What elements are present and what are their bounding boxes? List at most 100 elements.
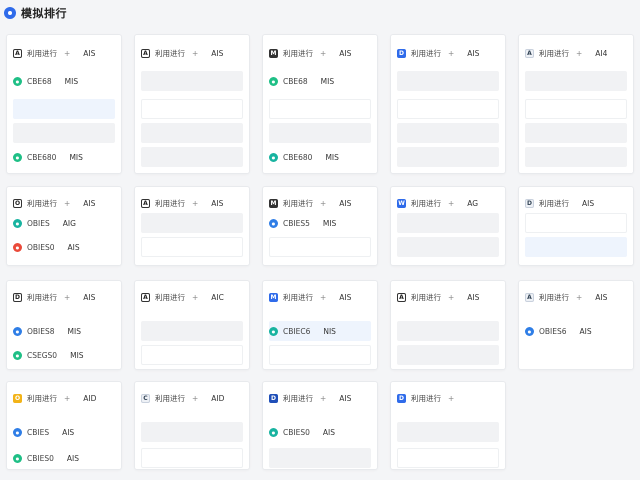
placeholder-bar xyxy=(397,321,499,341)
card-header[interactable]: A 利用进行 + AI4 xyxy=(525,43,627,63)
ranking-card[interactable]: D 利用进行 + AIS xyxy=(390,34,506,174)
ranking-card[interactable]: A 利用进行 + AIS xyxy=(134,186,250,266)
card-header[interactable]: D 利用进行 + AIS xyxy=(13,287,115,307)
separator: + xyxy=(448,292,455,302)
item-value: AIS xyxy=(67,242,80,252)
ranking-card[interactable]: A 利用进行 + AIC xyxy=(134,280,250,370)
green-dot-icon: ● xyxy=(13,453,22,463)
highlight-bar xyxy=(13,99,115,119)
ranking-card[interactable]: O 利用进行 + AIS ● OBIES AIG ● OBIES0 AIS xyxy=(6,186,122,266)
item-label: CSEGS0 xyxy=(27,350,58,360)
card-header[interactable]: A 利用进行 + AIS xyxy=(13,43,115,63)
card-title: 利用进行 xyxy=(27,393,57,403)
placeholder-bar xyxy=(525,147,627,167)
card-title: 利用进行 xyxy=(27,292,57,302)
card-title: 利用进行 xyxy=(283,393,313,403)
item-label: CBIES5 xyxy=(283,218,310,228)
app-logo-icon: A xyxy=(141,198,150,208)
card-header[interactable]: M 利用进行 + AIS xyxy=(269,43,371,63)
app-logo-icon: O xyxy=(13,198,22,208)
red-dot-icon: ● xyxy=(13,242,22,252)
item-value: AIS xyxy=(579,326,592,336)
ranking-card[interactable]: M 利用进行 + AIS ● CBIES5 MIS xyxy=(262,186,378,266)
page-header: 模拟排行 xyxy=(4,4,67,22)
app-logo-icon: D xyxy=(397,393,406,403)
ranking-card[interactable]: O 利用进行 + AID ● CBIES AIS ● CBIES0 AIS xyxy=(6,381,122,470)
card-header[interactable]: A 利用进行 + AIC xyxy=(141,287,243,307)
card-header[interactable]: D 利用进行 + AIS xyxy=(397,43,499,63)
card-title: 利用进行 xyxy=(539,198,569,208)
card-title: 利用进行 xyxy=(539,48,569,58)
ranking-card[interactable]: A 利用进行 + AIS xyxy=(390,280,506,370)
card-title: 利用进行 xyxy=(283,48,313,58)
item-value: AID xyxy=(211,393,225,403)
card-header[interactable]: M 利用进行 + AIS xyxy=(269,287,371,307)
separator: + xyxy=(448,48,455,58)
ranking-card[interactable]: M 利用进行 + AIS ● CBIEC6 NIS xyxy=(262,280,378,370)
list-item[interactable]: ● CBIES0 AIS xyxy=(269,422,371,442)
separator: + xyxy=(192,292,199,302)
ranking-card[interactable]: C 利用进行 + AID xyxy=(134,381,250,470)
placeholder-bar xyxy=(525,123,627,143)
card-header[interactable]: A 利用进行 + AIS xyxy=(141,43,243,63)
placeholder-bar xyxy=(141,422,243,442)
list-item[interactable]: ● CBIES0 AIS xyxy=(13,448,115,468)
ranking-card[interactable]: D 利用进行 + AIS ● OBIES8 MIS ● CSEGS0 MIS xyxy=(6,280,122,370)
ranking-card[interactable]: D 利用进行 AIS xyxy=(518,186,634,266)
app-logo-icon: A xyxy=(13,48,22,58)
list-item[interactable]: ● CBE68 MIS xyxy=(269,71,371,91)
card-header[interactable]: D 利用进行 + xyxy=(397,388,499,408)
app-logo-icon: A xyxy=(141,48,150,58)
list-item[interactable]: ● CBE680 MIS xyxy=(269,147,371,167)
list-item[interactable]: ● OBIES AIG xyxy=(13,213,115,233)
ranking-card[interactable]: A 利用进行 + AIS ● OBIES6 AIS xyxy=(518,280,634,370)
card-header[interactable]: A 利用进行 + AIS xyxy=(397,287,499,307)
item-label: CBE680 xyxy=(283,152,313,162)
placeholder-bar xyxy=(141,213,243,233)
ranking-card[interactable]: A 利用进行 + AI4 xyxy=(518,34,634,174)
card-header[interactable]: O 利用进行 + AIS xyxy=(13,193,115,213)
placeholder-bar xyxy=(397,123,499,143)
separator: + xyxy=(576,292,583,302)
list-item[interactable]: ● CBE680 MIS xyxy=(13,147,115,167)
item-value: AIS xyxy=(66,453,79,463)
ranking-card[interactable]: A 利用进行 + AIS xyxy=(134,34,250,174)
card-title: 利用进行 xyxy=(411,292,441,302)
item-value: AIS xyxy=(339,393,352,403)
item-value: AIS xyxy=(83,292,96,302)
ranking-card[interactable]: D 利用进行 + xyxy=(390,381,506,470)
card-header[interactable]: W 利用进行 + AG xyxy=(397,193,499,213)
ranking-card[interactable]: M 利用进行 + AIS ● CBE68 MIS ● CBE680 MIS xyxy=(262,34,378,174)
card-title: 利用进行 xyxy=(155,292,185,302)
separator: + xyxy=(320,198,327,208)
list-item[interactable]: ● CBIEC6 NIS xyxy=(269,321,371,341)
card-header[interactable]: D 利用进行 + AIS xyxy=(269,388,371,408)
list-item[interactable]: ● CBIES5 MIS xyxy=(269,213,371,233)
item-value: AIS xyxy=(339,198,352,208)
teal-dot-icon: ● xyxy=(269,152,278,162)
ranking-card[interactable]: W 利用进行 + AG xyxy=(390,186,506,266)
ranking-card[interactable]: A 利用进行 + AIS ● CBE68 MIS ● CBE680 MIS xyxy=(6,34,122,174)
list-item[interactable]: ● OBIES8 MIS xyxy=(13,321,115,341)
separator: + xyxy=(192,198,199,208)
card-header[interactable]: M 利用进行 + AIS xyxy=(269,193,371,213)
list-item[interactable]: ● OBIES6 AIS xyxy=(525,321,627,341)
item-label: CBE68 xyxy=(283,76,308,86)
list-item[interactable]: ● CBE68 MIS xyxy=(13,71,115,91)
ranking-card[interactable]: D 利用进行 + AIS ● CBIES0 AIS xyxy=(262,381,378,470)
card-header[interactable]: A 利用进行 + AIS xyxy=(141,193,243,213)
card-header[interactable]: C 利用进行 + AID xyxy=(141,388,243,408)
card-header[interactable]: D 利用进行 AIS xyxy=(525,193,627,213)
placeholder-bar xyxy=(397,345,499,365)
card-header[interactable]: A 利用进行 + AIS xyxy=(525,287,627,307)
list-item[interactable]: ● CSEGS0 MIS xyxy=(13,345,115,365)
placeholder-bar xyxy=(141,71,243,91)
list-item[interactable]: ● OBIES0 AIS xyxy=(13,237,115,257)
item-label: OBIES0 xyxy=(27,242,55,252)
card-header[interactable]: O 利用进行 + AID xyxy=(13,388,115,408)
item-value: MIS xyxy=(320,76,335,86)
item-value: AI4 xyxy=(595,48,608,58)
item-label: CBIES xyxy=(27,427,50,437)
list-item[interactable]: ● CBIES AIS xyxy=(13,422,115,442)
app-logo-icon: A xyxy=(525,292,534,302)
